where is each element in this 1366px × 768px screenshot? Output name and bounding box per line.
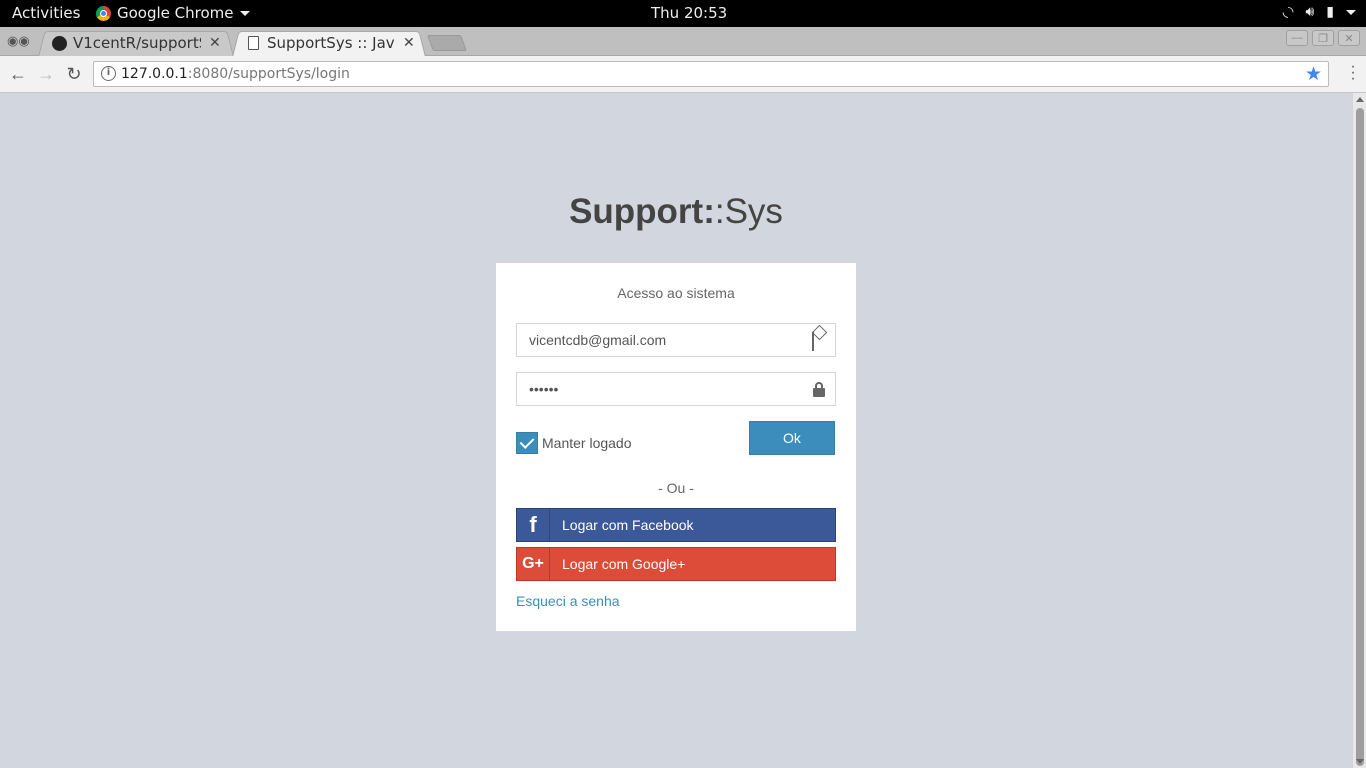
activities-button[interactable]: Activities [12, 4, 80, 22]
or-divider: - Ou - [658, 480, 694, 496]
card-title: Acesso ao sistema [617, 285, 735, 301]
remember-label: Manter logado [542, 435, 632, 451]
facebook-icon: f [517, 508, 550, 542]
scroll-up-icon[interactable] [1356, 97, 1364, 102]
new-tab-button[interactable] [427, 35, 467, 51]
envelope-icon [812, 332, 826, 351]
system-tray[interactable]: ◟◝ 🔊︎ ▮ [1283, 4, 1356, 20]
password-field[interactable] [516, 372, 836, 406]
tab-title: SupportSys :: Java, [267, 34, 395, 52]
tab-strip: ◉◉ V1centR/supportSys ✕ SupportSys :: Ja… [0, 27, 1366, 57]
scrollbar[interactable] [1352, 93, 1366, 768]
volume-icon: 🔊︎ [1305, 4, 1315, 20]
minimize-icon[interactable]: — [1286, 30, 1308, 46]
url-text[interactable]: 127.0.0.1:8080/supportSys/login [121, 66, 350, 82]
info-icon[interactable]: i [101, 66, 116, 81]
bookmark-star-icon[interactable]: ★ [1305, 63, 1322, 85]
document-icon [247, 36, 259, 50]
scrollbar-thumb[interactable] [1356, 108, 1364, 766]
ok-button[interactable]: Ok [749, 421, 835, 455]
close-window-icon[interactable]: ✕ [1338, 30, 1360, 46]
remember-me[interactable]: Manter logado [516, 432, 632, 454]
facebook-label: Logar com Facebook [562, 517, 694, 533]
chevron-down-icon [239, 10, 250, 16]
close-icon[interactable]: ✕ [403, 35, 415, 51]
address-bar[interactable]: i 127.0.0.1:8080/supportSys/login ★ [93, 61, 1329, 87]
battery-icon: ▮ [1326, 4, 1334, 20]
email-input[interactable] [517, 324, 797, 356]
tab-github[interactable]: V1centR/supportSys ✕ [38, 29, 234, 57]
tab-supportsys[interactable]: SupportSys :: Java, ✕ [232, 29, 426, 57]
window-controls: — ❐ ✕ [1286, 30, 1360, 46]
tab-title: V1centR/supportSys [73, 34, 201, 52]
incognito-icon: ◉◉ [7, 33, 30, 48]
google-login-button[interactable]: G+ Logar com Google+ [516, 547, 836, 581]
close-icon[interactable]: ✕ [209, 35, 221, 51]
clock[interactable]: Thu 20:53 [651, 4, 727, 22]
forward-icon[interactable]: → [34, 62, 58, 86]
google-plus-icon: G+ [517, 547, 550, 581]
wifi-icon: ◟◝ [1282, 4, 1294, 20]
password-input[interactable] [517, 373, 797, 405]
menu-icon[interactable]: · · · [1350, 59, 1356, 87]
facebook-login-button[interactable]: f Logar com Facebook [516, 508, 836, 542]
github-icon [51, 35, 67, 51]
google-label: Logar com Google+ [562, 556, 686, 572]
email-field[interactable] [516, 323, 836, 357]
remember-checkbox[interactable] [516, 432, 538, 454]
maximize-icon[interactable]: ❐ [1312, 30, 1334, 46]
reload-icon[interactable]: ↻ [62, 62, 86, 86]
scroll-down-icon[interactable] [1356, 759, 1364, 764]
browser-toolbar: ← → ↻ i 127.0.0.1:8080/supportSys/login … [0, 56, 1366, 93]
app-name: Google Chrome [117, 4, 234, 22]
chevron-down-icon [1346, 9, 1356, 15]
login-card: Acesso ao sistema Manter logado Ok - Ou … [496, 263, 856, 631]
back-icon[interactable]: ← [6, 62, 30, 86]
system-top-bar: Activities Google Chrome Thu 20:53 ◟◝ 🔊︎… [0, 0, 1366, 27]
chrome-icon [96, 5, 111, 21]
forgot-password-link[interactable]: Esqueci a senha [516, 593, 620, 609]
app-menu[interactable]: Google Chrome [96, 4, 250, 22]
app-logo: Support::Sys [569, 192, 783, 231]
lock-icon [812, 382, 826, 397]
